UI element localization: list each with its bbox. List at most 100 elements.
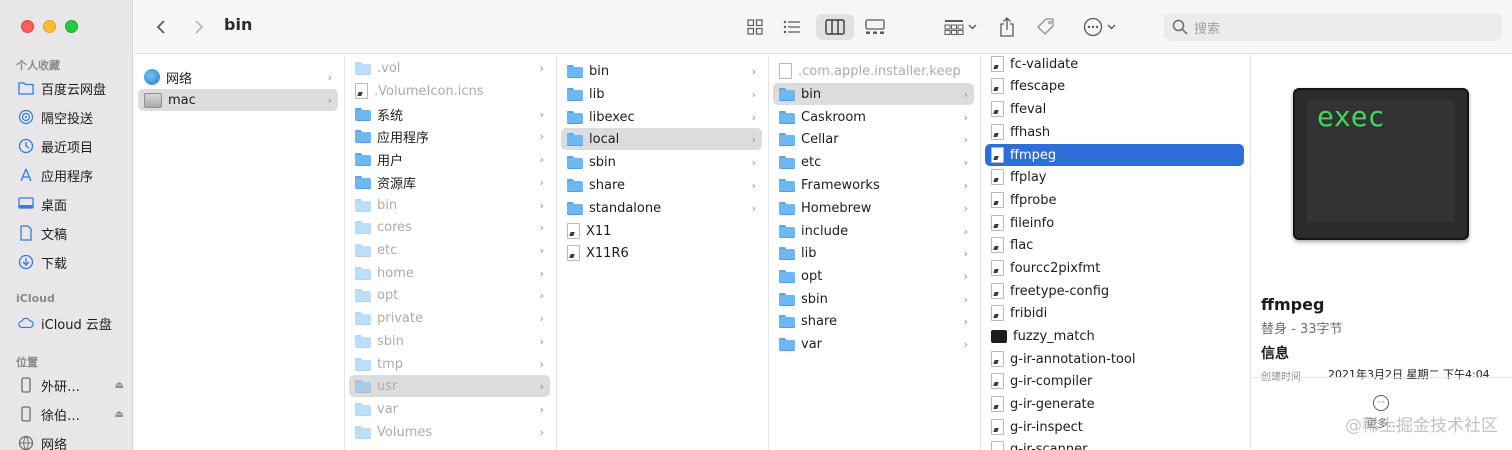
file-row[interactable]: ffplay <box>985 166 1244 188</box>
file-row[interactable]: g-ir-compiler <box>985 370 1244 392</box>
file-name: Volumes <box>377 424 433 440</box>
file-row[interactable]: g-ir-annotation-tool <box>985 348 1244 370</box>
file-name: usr <box>377 378 398 394</box>
file-row[interactable]: .com.apple.installer.keep <box>773 60 974 82</box>
file-name: g-ir-scanner <box>1010 441 1088 450</box>
file-row[interactable]: bin › <box>561 60 762 82</box>
file-row[interactable]: Volumes › <box>349 421 550 443</box>
file-row[interactable]: sbin › <box>561 151 762 173</box>
close-window-button[interactable] <box>21 20 34 33</box>
forward-button[interactable] <box>190 14 208 40</box>
eject-icon[interactable]: ⏏ <box>115 380 124 391</box>
sidebar-item-device-1[interactable]: 外研… ⏏ <box>12 372 124 398</box>
file-row[interactable]: bin › <box>349 194 550 216</box>
file-row[interactable]: sbin › <box>349 330 550 352</box>
folder-icon <box>567 64 583 78</box>
file-row[interactable]: g-ir-inspect <box>985 416 1244 438</box>
file-row[interactable]: mac › <box>138 89 338 111</box>
file-row[interactable]: 系统 › <box>349 103 550 125</box>
file-row[interactable]: 资源库 › <box>349 171 550 193</box>
file-row[interactable]: fourcc2pixfmt <box>985 257 1244 279</box>
file-row[interactable]: 网络 › <box>138 66 338 88</box>
icon-view-button[interactable] <box>742 14 768 40</box>
group-button[interactable] <box>940 14 980 40</box>
file-row[interactable]: etc › <box>349 239 550 261</box>
file-row[interactable]: ffprobe <box>985 189 1244 211</box>
zoom-window-button[interactable] <box>65 20 78 33</box>
share-button[interactable] <box>996 14 1018 40</box>
preview-file-name: ffmpeg <box>1261 295 1325 314</box>
file-row[interactable]: lib › <box>773 242 974 264</box>
file-row[interactable]: lib › <box>561 83 762 105</box>
chevron-right-icon: › <box>539 152 544 166</box>
minimize-window-button[interactable] <box>43 20 56 33</box>
sidebar-item-applications[interactable]: 应用程序 <box>12 162 124 188</box>
file-row[interactable]: g-ir-scanner <box>985 438 1244 450</box>
file-row[interactable]: fuzzy_match <box>985 325 1244 347</box>
sidebar-item-recents[interactable]: 最近项目 <box>12 133 124 159</box>
sidebar-item-baidu[interactable]: 百度云网盘 <box>12 75 124 101</box>
file-row[interactable]: var › <box>773 333 974 355</box>
file-row[interactable]: tmp › <box>349 353 550 375</box>
file-row[interactable]: etc › <box>773 151 974 173</box>
file-row[interactable]: standalone › <box>561 197 762 219</box>
file-row[interactable]: fileinfo <box>985 212 1244 234</box>
file-row[interactable]: Cellar › <box>773 128 974 150</box>
file-name: share <box>801 313 838 329</box>
back-button[interactable] <box>152 14 170 40</box>
file-row[interactable]: share › <box>773 310 974 332</box>
file-row[interactable]: X11 <box>561 220 762 242</box>
eject-icon[interactable]: ⏏ <box>115 409 124 420</box>
file-row[interactable]: Homebrew › <box>773 197 974 219</box>
file-row[interactable]: var › <box>349 398 550 420</box>
file-row[interactable]: private › <box>349 307 550 329</box>
file-row[interactable]: 用户 › <box>349 148 550 170</box>
file-row[interactable]: fribidi <box>985 302 1244 324</box>
sidebar-item-airdrop[interactable]: 隔空投送 <box>12 104 124 130</box>
sidebar-item-documents[interactable]: 文稿 <box>12 220 124 246</box>
search-field[interactable]: 搜索 <box>1164 13 1502 41</box>
chevron-right-icon: › <box>539 288 544 302</box>
file-row[interactable]: 应用程序 › <box>349 125 550 147</box>
file-row[interactable]: ffescape <box>985 75 1244 97</box>
file-row[interactable]: opt › <box>349 284 550 306</box>
file-row[interactable]: usr › <box>349 375 550 397</box>
file-name: 系统 <box>377 108 404 124</box>
file-row[interactable]: .vol › <box>349 57 550 79</box>
file-row[interactable]: opt › <box>773 265 974 287</box>
file-row[interactable]: .VolumeIcon.icns <box>349 80 550 102</box>
file-row[interactable]: cores › <box>349 216 550 238</box>
grid-icon <box>747 19 763 35</box>
file-row[interactable]: g-ir-generate <box>985 393 1244 415</box>
file-row[interactable]: Caskroom › <box>773 106 974 128</box>
tag-button[interactable] <box>1034 14 1058 40</box>
action-button[interactable] <box>1079 14 1119 40</box>
file-row[interactable]: libexec › <box>561 106 762 128</box>
file-row[interactable]: X11R6 <box>561 242 762 264</box>
sidebar-item-network[interactable]: 网络 <box>12 430 124 450</box>
file-row[interactable]: bin › <box>773 83 974 105</box>
file-row[interactable]: Frameworks › <box>773 174 974 196</box>
file-row[interactable]: include › <box>773 220 974 242</box>
file-row[interactable]: fc-validate <box>985 55 1244 75</box>
alias-file-icon <box>991 373 1004 389</box>
more-icon[interactable]: ··· <box>1373 395 1389 411</box>
gallery-view-button[interactable] <box>862 14 888 40</box>
group-grid-icon <box>944 20 963 35</box>
sidebar-item-desktop[interactable]: 桌面 <box>12 191 124 217</box>
file-row[interactable]: home › <box>349 262 550 284</box>
sidebar-item-downloads[interactable]: 下载 <box>12 249 124 275</box>
list-view-button[interactable] <box>779 14 805 40</box>
file-row[interactable]: sbin › <box>773 288 974 310</box>
file-row[interactable]: ffeval <box>985 98 1244 120</box>
sidebar-item-device-2[interactable]: 徐伯… ⏏ <box>12 401 124 427</box>
file-row[interactable]: local › <box>561 128 762 150</box>
sidebar-item-icloud-drive[interactable]: iCloud 云盘 <box>12 310 124 336</box>
file-row[interactable]: freetype-config <box>985 280 1244 302</box>
file-row[interactable]: share › <box>561 174 762 196</box>
file-row[interactable]: ffmpeg <box>985 144 1244 166</box>
column-view-button[interactable] <box>816 14 854 40</box>
file-row[interactable]: flac <box>985 234 1244 256</box>
chevron-right-icon: › <box>539 129 544 143</box>
file-row[interactable]: ffhash <box>985 121 1244 143</box>
